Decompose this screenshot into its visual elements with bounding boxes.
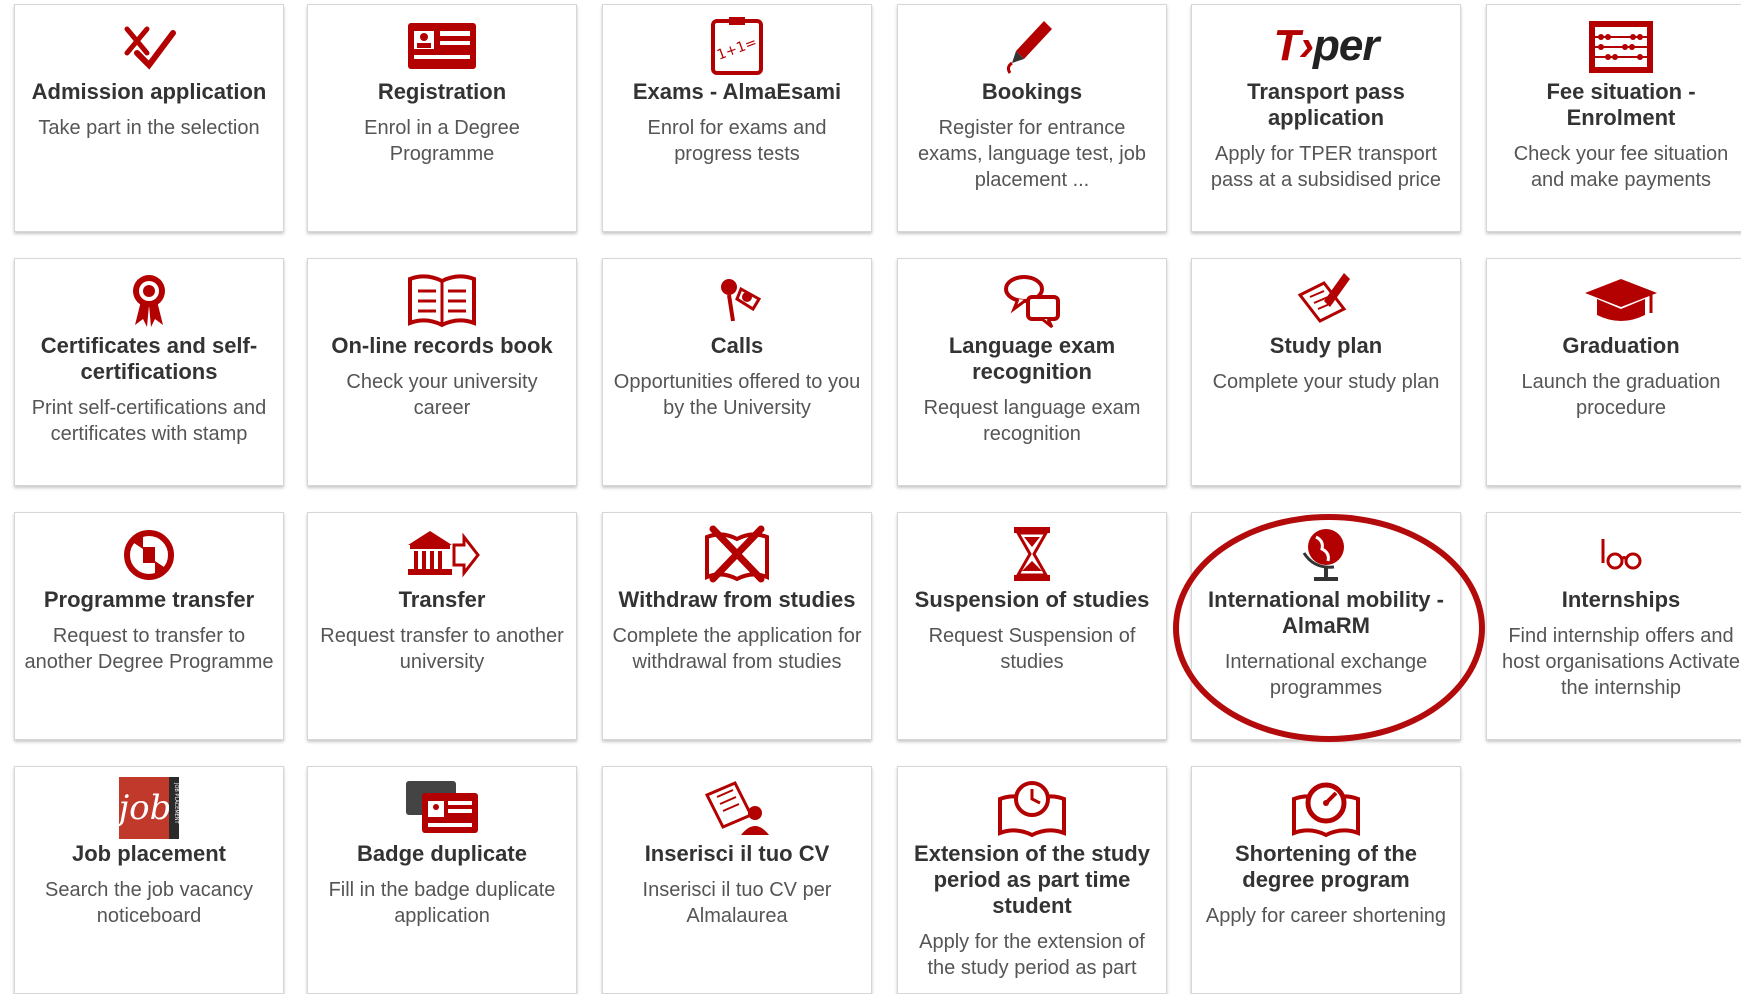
- tile-title: Programme transfer: [43, 587, 255, 612]
- tile-description: Find internship offers and host organisa…: [1502, 625, 1740, 699]
- tile-cv[interactable]: Inserisci il tuo CV Inserisci il tuo CV p…: [602, 766, 872, 994]
- tile-fee[interactable]: Fee situation - Enrolment Check your fee …: [1486, 4, 1741, 232]
- services-grid: Admission application Take part in the se…: [0, 0, 1741, 994]
- tper-t: T: [1273, 21, 1300, 70]
- id-card-icon: [316, 15, 568, 77]
- tile-description: International exchange programmes: [1224, 651, 1428, 699]
- abacus-icon: [1495, 15, 1741, 77]
- rosette-icon: [23, 269, 275, 331]
- tile-title: Bookings: [981, 79, 1083, 104]
- tile-transport[interactable]: T›per Transport pass application Apply for…: [1191, 4, 1461, 232]
- check-cross-icon: [23, 15, 275, 77]
- tile-description: Print self-certifications and certificat…: [31, 397, 267, 445]
- tile-title: International mobility - AlmaRM: [1208, 587, 1444, 638]
- tile-extension[interactable]: Extension of the study period as part ti…: [897, 766, 1167, 994]
- tile-description: Enrol for exams and progress tests: [647, 117, 827, 165]
- tile-records[interactable]: On-line records book Check your universit…: [307, 258, 577, 486]
- tile-title: Language exam recognition: [948, 333, 1116, 384]
- book-gauge-icon: [1200, 777, 1452, 839]
- glasses-icon: [1495, 523, 1741, 585]
- hourglass-icon: [906, 523, 1158, 585]
- tper-arrow: ›: [1299, 21, 1314, 70]
- tile-shortening[interactable]: Shortening of the degree program Apply fo…: [1191, 766, 1461, 994]
- tile-description: Request to transfer to another Degree Pr…: [24, 625, 274, 673]
- tile-title: Badge duplicate: [357, 841, 527, 866]
- job-logo-side-text: JOB PLACEMENT: [173, 782, 179, 825]
- tile-title: Withdraw from studies: [618, 587, 856, 612]
- tile-studyplan[interactable]: Study plan Complete your study plan: [1191, 258, 1461, 486]
- tile-mobility[interactable]: International mobility - AlmaRM Internati…: [1191, 512, 1461, 740]
- tile-title: Transfer: [398, 587, 486, 612]
- tile-description: Inserisci il tuo CV per Almalaurea: [642, 879, 832, 927]
- tile-suspension[interactable]: Suspension of studies Request Suspension …: [897, 512, 1167, 740]
- tile-title: Calls: [710, 333, 764, 358]
- tile-language[interactable]: Language exam recognition Request languag…: [897, 258, 1167, 486]
- open-book-icon: [316, 269, 568, 331]
- tile-description: Search the job vacancy noticeboard: [45, 879, 253, 927]
- tile-progtransfer[interactable]: Programme transfer Request to transfer to…: [14, 512, 284, 740]
- tile-title: Study plan: [1269, 333, 1383, 358]
- tile-title: Extension of the study period as part ti…: [914, 841, 1150, 918]
- tile-withdraw[interactable]: Withdraw from studies Complete the applic…: [602, 512, 872, 740]
- tile-internships[interactable]: Internships Find internship offers and ho…: [1486, 512, 1741, 740]
- pen-icon: [906, 15, 1158, 77]
- globe-icon: [1200, 523, 1452, 585]
- tile-description: Apply for TPER transport pass at a subsi…: [1210, 143, 1442, 191]
- tile-title: Admission application: [31, 79, 267, 104]
- tile-description: Complete the application for withdrawal …: [612, 625, 862, 673]
- tile-badge[interactable]: Badge duplicate Fill in the badge duplica…: [307, 766, 577, 994]
- tile-description: Complete your study plan: [1212, 371, 1440, 393]
- tile-title: Shortening of the degree program: [1234, 841, 1418, 892]
- tile-description: Take part in the selection: [38, 117, 260, 139]
- tper-logo: T›per: [1200, 15, 1452, 77]
- tile-title: Registration: [377, 79, 507, 104]
- building-arrow-icon: [316, 523, 568, 585]
- tile-description: Register for entrance exams, language te…: [918, 117, 1146, 191]
- tper-per: per: [1313, 21, 1379, 70]
- tile-graduation[interactable]: Graduation Launch the graduation procedur…: [1486, 258, 1741, 486]
- book-cross-icon: [611, 523, 863, 585]
- tile-title: Internships: [1561, 587, 1681, 612]
- badge-cards-icon: [316, 777, 568, 839]
- tile-description: Check your university career: [346, 371, 538, 419]
- speech-bubbles-icon: [906, 269, 1158, 331]
- tile-admission[interactable]: Admission application Take part in the se…: [14, 4, 284, 232]
- rotate-arrows-icon: [23, 523, 275, 585]
- graduation-cap-icon: [1495, 269, 1741, 331]
- tile-transfer[interactable]: Transfer Request transfer to another univ…: [307, 512, 577, 740]
- tile-title: Job placement: [71, 841, 227, 866]
- tile-certificates[interactable]: Certificates and self-certifications Prin…: [14, 258, 284, 486]
- tile-description: Request Suspension of studies: [928, 625, 1136, 673]
- tile-bookings[interactable]: Bookings Register for entrance exams, lan…: [897, 4, 1167, 232]
- tile-title: Transport pass application: [1247, 79, 1405, 130]
- tile-job[interactable]: job JOB PLACEMENT Job placement Search the …: [14, 766, 284, 994]
- document-pen-icon: [1200, 269, 1452, 331]
- tile-description: Launch the graduation procedure: [1521, 371, 1721, 419]
- tile-exams[interactable]: 1+1= Exams - AlmaEsami Enrol for exams and…: [602, 4, 872, 232]
- tile-description: Apply for the extension of the study per…: [919, 931, 1145, 979]
- book-clock-icon: [906, 777, 1158, 839]
- calculator-board-icon: 1+1=: [611, 15, 863, 77]
- tile-description: Check your fee situation and make paymen…: [1513, 143, 1729, 191]
- tile-description: Enrol in a Degree Programme: [364, 117, 520, 165]
- tile-description: Request transfer to another university: [320, 625, 564, 673]
- job-placement-logo: job JOB PLACEMENT: [23, 777, 275, 839]
- tile-title: Suspension of studies: [914, 587, 1150, 612]
- tile-title: Graduation: [1562, 333, 1680, 358]
- cv-document-icon: [611, 777, 863, 839]
- tile-title: Inserisci il tuo CV: [644, 841, 830, 866]
- tile-title: On-line records book: [331, 333, 553, 358]
- tile-title: Fee situation - Enrolment: [1546, 79, 1696, 130]
- tile-description: Opportunities offered to you by the Univ…: [613, 371, 861, 419]
- tile-description: Apply for career shortening: [1205, 905, 1447, 927]
- tile-registration[interactable]: Registration Enrol in a Degree Programme: [307, 4, 577, 232]
- pushpin-icon: [611, 269, 863, 331]
- job-logo-text: job: [112, 788, 172, 828]
- tile-description: Request language exam recognition: [923, 397, 1141, 445]
- tile-title: Certificates and self-certifications: [40, 333, 258, 384]
- tile-description: Fill in the badge duplicate application: [328, 879, 556, 927]
- tile-calls[interactable]: Calls Opportunities offered to you by the…: [602, 258, 872, 486]
- tile-title: Exams - AlmaEsami: [632, 79, 842, 104]
